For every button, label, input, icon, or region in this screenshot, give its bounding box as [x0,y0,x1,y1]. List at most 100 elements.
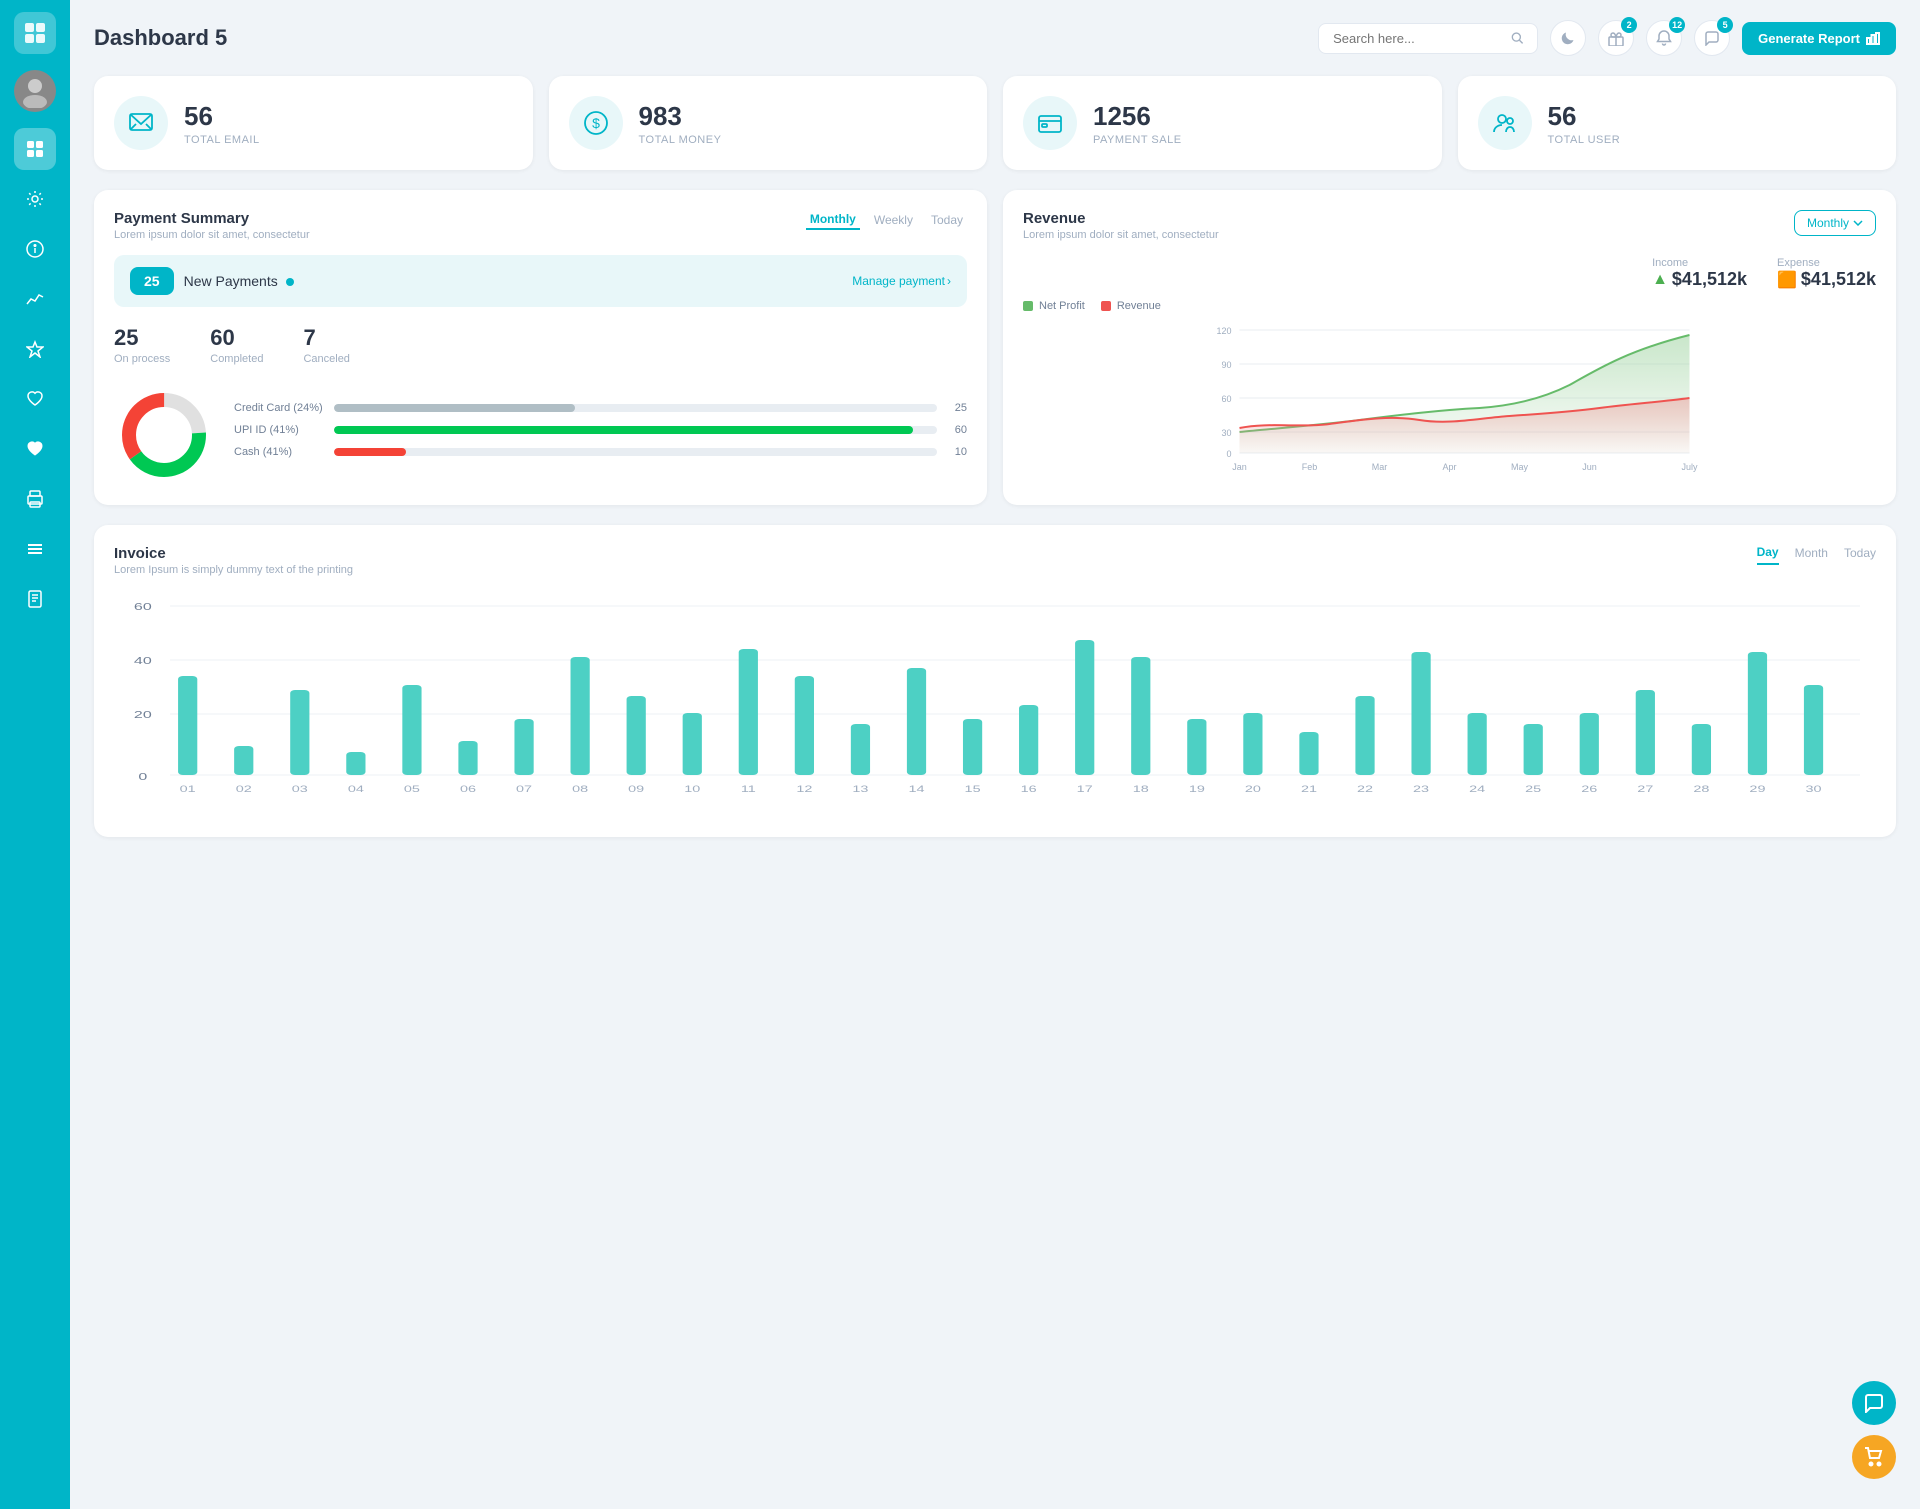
svg-text:Mar: Mar [1372,462,1388,472]
generate-report-button[interactable]: Generate Report [1742,22,1896,55]
bar-24 [1468,713,1487,775]
theme-toggle-btn[interactable] [1550,20,1586,56]
stat-label-money: TOTAL MONEY [639,134,722,146]
chat-btn[interactable]: 5 [1694,20,1730,56]
bar-30 [1804,685,1823,775]
svg-text:21: 21 [1301,784,1317,794]
sidebar-item-print[interactable] [14,478,56,520]
invoice-title: Invoice [114,545,353,562]
gift-badge: 2 [1621,17,1637,33]
sidebar-item-document[interactable] [14,578,56,620]
bar-10 [683,713,702,775]
stat-icon-payment [1023,96,1077,150]
sidebar-item-dashboard[interactable] [14,128,56,170]
bar-02 [234,746,253,775]
float-chat-icon [1864,1393,1884,1413]
chat-icon [1704,30,1720,46]
svg-text:26: 26 [1581,784,1597,794]
float-cart-icon [1864,1447,1884,1467]
bar-23 [1411,652,1430,775]
svg-text:12: 12 [796,784,812,794]
stat-card-email: 56 TOTAL EMAIL [94,76,533,170]
avatar[interactable] [14,70,56,112]
bar-14 [907,668,926,775]
bar-20 [1243,713,1262,775]
svg-text:22: 22 [1357,784,1373,794]
donut-chart [114,385,214,485]
bell-badge: 12 [1669,17,1685,33]
revenue-titles: Revenue Lorem ipsum dolor sit amet, cons… [1023,210,1219,241]
payment-summary-header: Payment Summary Lorem ipsum dolor sit am… [114,210,967,241]
svg-text:13: 13 [852,784,868,794]
svg-text:19: 19 [1189,784,1205,794]
sidebar-item-analytics[interactable] [14,278,56,320]
svg-text:06: 06 [460,784,476,794]
invoice-header: Invoice Lorem Ipsum is simply dummy text… [114,545,1876,576]
legend-dot-revenue [1101,301,1111,311]
stat-card-money: $ 983 TOTAL MONEY [549,76,988,170]
tab-weekly[interactable]: Weekly [870,211,917,229]
invoice-chart-container: 60 40 20 0 [114,592,1876,817]
search-input[interactable] [1333,31,1503,46]
search-box[interactable] [1318,23,1538,54]
main-content: Dashboard 5 2 12 5 Generate Repo [70,0,1920,1509]
svg-text:07: 07 [516,784,532,794]
sidebar-item-heart[interactable] [14,378,56,420]
svg-text:27: 27 [1637,784,1653,794]
revenue-legend: Net Profit Revenue [1023,300,1876,312]
stat-icon-user [1478,96,1532,150]
stat-info-user: 56 TOTAL USER [1548,101,1621,146]
bar-09 [627,696,646,775]
payment-summary-title: Payment Summary [114,210,310,227]
manage-payment-link[interactable]: Manage payment › [852,274,951,288]
svg-text:23: 23 [1413,784,1429,794]
new-payments-dot [286,278,294,286]
new-payments-left: 25 New Payments [130,267,294,295]
svg-text:15: 15 [965,784,981,794]
inv-tab-day[interactable]: Day [1757,545,1779,565]
svg-text:0: 0 [138,771,147,782]
tab-monthly[interactable]: Monthly [806,210,860,230]
float-cart-button[interactable] [1852,1435,1896,1479]
chat-badge: 5 [1717,17,1733,33]
tab-today[interactable]: Today [927,211,967,229]
bar-fill-cash [334,448,406,456]
expense-item: Expense 🟧 $41,512k [1777,257,1876,290]
sidebar-item-settings[interactable] [14,178,56,220]
bar-28 [1692,724,1711,775]
gift-btn[interactable]: 2 [1598,20,1634,56]
bar-label-cc: Credit Card (24%) [234,402,324,414]
svg-text:$: $ [592,115,600,131]
inv-tab-month[interactable]: Month [1795,546,1828,564]
stat-info-money: 983 TOTAL MONEY [639,101,722,146]
bar-04 [346,752,365,775]
bar-chart-icon [1866,31,1880,45]
middle-row: Payment Summary Lorem ipsum dolor sit am… [94,190,1896,505]
sidebar-item-heart2[interactable] [14,428,56,470]
stat-label-user: TOTAL USER [1548,134,1621,146]
float-chat-button[interactable] [1852,1381,1896,1425]
on-process-stat: 25 On process [114,325,170,365]
legend-dot-netprofit [1023,301,1033,311]
revenue-tab-dropdown[interactable]: Monthly [1794,210,1876,236]
sidebar-item-info[interactable] [14,228,56,270]
svg-text:04: 04 [348,784,364,794]
inv-tab-today[interactable]: Today [1844,546,1876,564]
sidebar-logo[interactable] [14,12,56,54]
bell-btn[interactable]: 12 [1646,20,1682,56]
income-expense-row: Income ▲ $41,512k Expense 🟧 $41,512k [1023,257,1876,290]
svg-text:02: 02 [236,784,252,794]
svg-text:24: 24 [1469,784,1485,794]
stat-label-email: TOTAL EMAIL [184,134,260,146]
bar-fill-cc [334,404,575,412]
bar-06 [458,741,477,775]
sidebar-item-menu[interactable] [14,528,56,570]
svg-text:20: 20 [1245,784,1261,794]
svg-text:20: 20 [134,709,152,720]
sidebar-item-star[interactable] [14,328,56,370]
stat-number-email: 56 [184,101,260,132]
bar-value-cc: 25 [947,402,967,414]
svg-text:90: 90 [1221,360,1231,370]
bar-26 [1580,713,1599,775]
bell-icon [1656,30,1672,46]
